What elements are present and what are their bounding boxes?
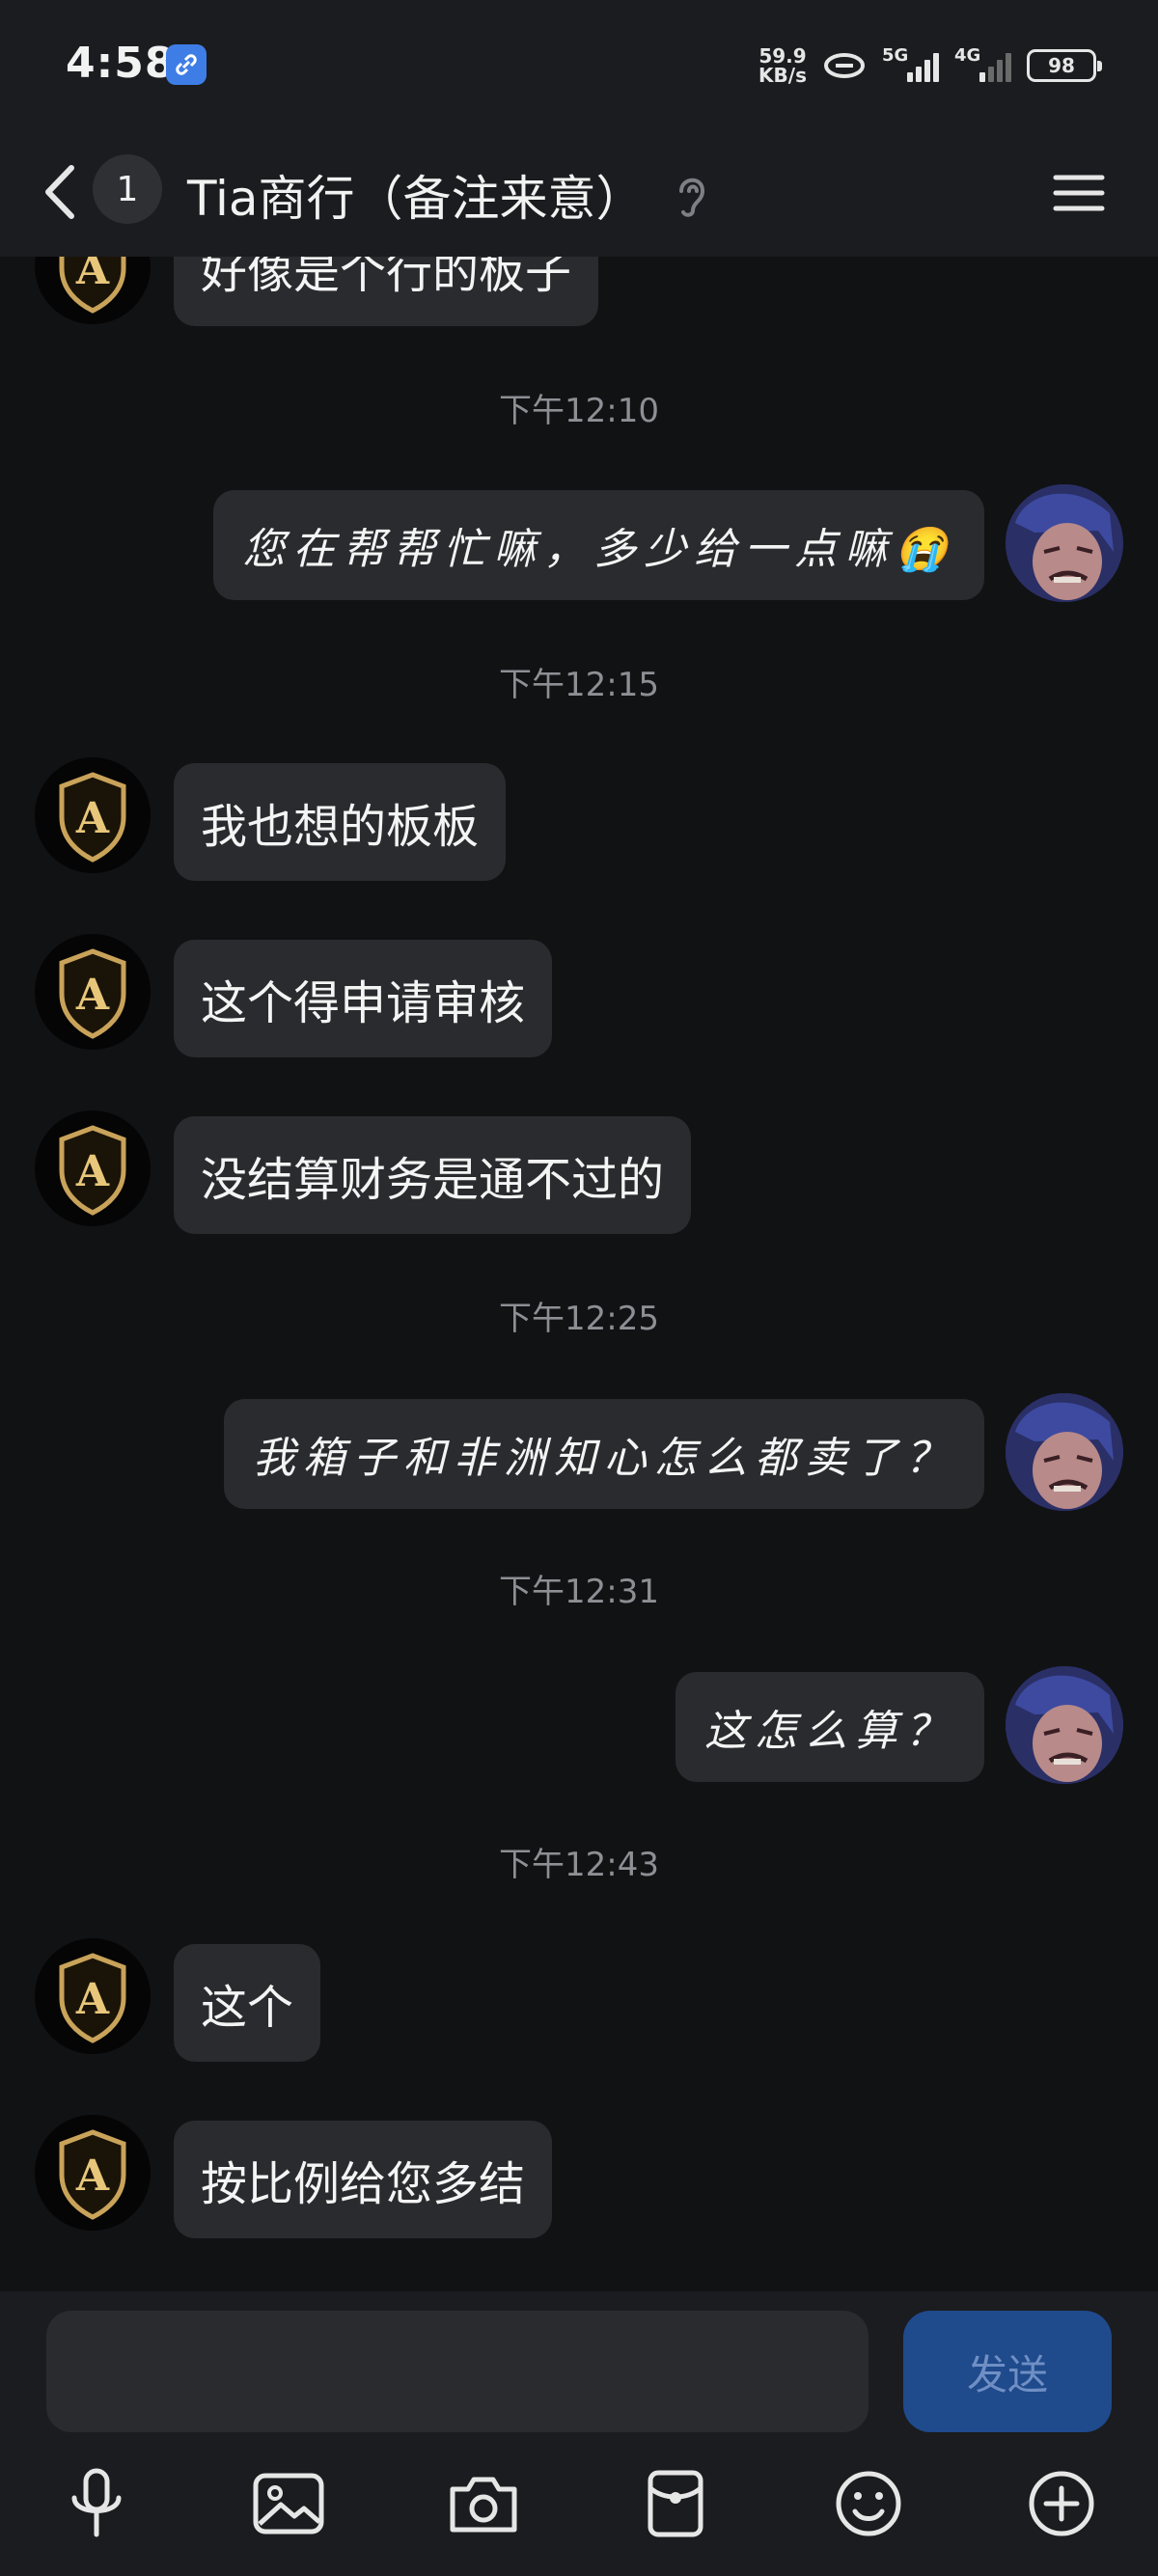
ace-shield-icon: A xyxy=(59,1953,126,2043)
menu-button[interactable] xyxy=(1050,164,1108,222)
battery-icon: 98 xyxy=(1027,49,1102,82)
user-portrait-icon xyxy=(1006,484,1123,602)
ace-shield-icon: A xyxy=(59,1125,126,1216)
plus-icon xyxy=(1029,2471,1094,2536)
more-button[interactable] xyxy=(1023,2465,1100,2542)
hotspot-link-icon xyxy=(824,53,865,78)
my-avatar[interactable] xyxy=(1006,1666,1123,1784)
contact-avatar[interactable]: A xyxy=(35,1110,151,1226)
send-button[interactable]: 发送 xyxy=(903,2311,1112,2432)
chevron-left-icon xyxy=(45,165,74,219)
unread-count-badge[interactable]: 1 xyxy=(93,154,162,224)
message-bubble-out[interactable]: 这怎么算？ xyxy=(676,1672,984,1782)
message-list[interactable]: A 好像是个行的板子 下午12:10 您在帮帮忙嘛，多少给一点嘛😭 下午12:1… xyxy=(0,0,1158,2291)
svg-text:A: A xyxy=(75,1975,110,2024)
red-packet-icon xyxy=(648,2470,703,2537)
message-bubble-in[interactable]: 这个得申请审核 xyxy=(174,940,553,1057)
back-button[interactable] xyxy=(35,158,93,226)
timestamp: 下午12:10 xyxy=(499,392,659,430)
photo-button[interactable] xyxy=(250,2465,327,2542)
user-portrait-icon xyxy=(1006,1393,1123,1511)
composer: 发送 xyxy=(0,2291,1158,2576)
user-portrait-icon xyxy=(1006,1666,1123,1784)
mic-icon xyxy=(71,2468,122,2537)
image-icon xyxy=(253,2473,324,2535)
message-bubble-out[interactable]: 您在帮帮忙嘛，多少给一点嘛😭 xyxy=(213,490,984,600)
contact-avatar[interactable]: A xyxy=(35,757,151,873)
status-bar: 4:58 59.9 KB/s 5G 4G 98 xyxy=(0,0,1158,131)
message-bubble-out[interactable]: 我箱子和非洲知心怎么都卖了？ xyxy=(224,1399,984,1509)
earpiece-mode-icon[interactable] xyxy=(672,170,710,220)
emoji-button[interactable] xyxy=(830,2465,907,2542)
clock: 4:58 xyxy=(66,39,176,88)
camera-button[interactable] xyxy=(445,2465,522,2542)
network-speed: 59.9 KB/s xyxy=(758,44,807,87)
ace-shield-icon: A xyxy=(59,2129,126,2220)
voice-button[interactable] xyxy=(58,2465,135,2542)
signal-5g-icon: 5G xyxy=(882,45,939,82)
contact-avatar[interactable]: A xyxy=(35,2115,151,2231)
camera-icon xyxy=(450,2477,517,2533)
svg-text:A: A xyxy=(75,794,110,843)
my-avatar[interactable] xyxy=(1006,484,1123,602)
svg-text:A: A xyxy=(75,1147,110,1196)
chat-header: 1 Tia商行（备注来意） xyxy=(0,131,1158,257)
ace-shield-icon: A xyxy=(59,772,126,863)
contact-avatar[interactable]: A xyxy=(35,1938,151,2054)
signal-4g-icon: 4G xyxy=(954,45,1011,82)
timestamp: 下午12:15 xyxy=(499,666,659,704)
message-bubble-in[interactable]: 这个 xyxy=(174,1944,321,2062)
timestamp: 下午12:43 xyxy=(499,1846,659,1884)
ace-shield-icon: A xyxy=(59,948,126,1039)
emoji-icon xyxy=(836,2471,901,2536)
message-input[interactable] xyxy=(46,2311,868,2432)
red-packet-button[interactable] xyxy=(637,2465,714,2542)
my-avatar[interactable] xyxy=(1006,1393,1123,1511)
message-bubble-in[interactable]: 我也想的板板 xyxy=(174,763,507,881)
message-bubble-in[interactable]: 没结算财务是通不过的 xyxy=(174,1116,692,1234)
timestamp: 下午12:31 xyxy=(499,1573,659,1611)
contact-avatar[interactable]: A xyxy=(35,934,151,1050)
hamburger-menu-icon xyxy=(1053,175,1105,211)
timestamp: 下午12:25 xyxy=(499,1300,659,1338)
svg-text:A: A xyxy=(75,2151,110,2201)
message-bubble-in[interactable]: 按比例给您多结 xyxy=(174,2121,553,2238)
chat-title[interactable]: Tia商行（备注来意） xyxy=(187,160,645,230)
link-icon xyxy=(166,44,207,85)
svg-text:A: A xyxy=(75,971,110,1020)
